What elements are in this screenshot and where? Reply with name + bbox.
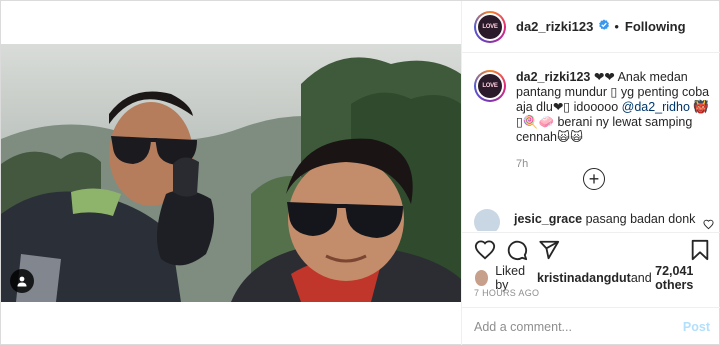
post-comment-button[interactable]: Post (683, 320, 710, 334)
comment-username[interactable]: jesic_grace (514, 212, 582, 226)
liker-avatar[interactable] (474, 269, 490, 287)
instagram-post: LOVE da2_rizki123 • Following LOVE da2_r… (0, 0, 720, 345)
avatar-logo: LOVE (478, 14, 502, 39)
comment-text: jesic_grace pasang badan donk (514, 212, 695, 226)
comment-body: pasang badan donk (585, 212, 696, 226)
likes-middle: and (630, 271, 652, 285)
caption-text: da2_rizki123 ❤❤ Anak medan pantang mundu… (516, 70, 712, 172)
action-bar (462, 232, 720, 262)
post-photo[interactable] (1, 44, 461, 302)
likes-count[interactable]: 72,041 others (655, 264, 720, 292)
liked-by-user[interactable]: kristinadangdut (537, 271, 631, 285)
following-button[interactable]: Following (625, 19, 686, 34)
avatar-logo: LOVE (478, 74, 502, 98)
comment-item: jesic_grace pasang badan donk (474, 209, 714, 231)
author-username[interactable]: da2_rizki123 (516, 19, 593, 34)
verified-badge-icon (598, 18, 610, 36)
user-tag-icon[interactable] (10, 269, 34, 293)
post-timestamp[interactable]: 7 HOURS AGO (474, 288, 539, 298)
comment-like-icon[interactable] (703, 217, 714, 231)
post-header: LOVE da2_rizki123 • Following (462, 1, 720, 53)
bookmark-icon[interactable] (690, 239, 710, 266)
comments-area: LOVE da2_rizki123 ❤❤ Anak medan pantang … (462, 54, 720, 231)
comment-input[interactable] (474, 320, 683, 334)
plus-circle-icon[interactable]: + (583, 168, 605, 190)
comment-icon[interactable] (506, 239, 528, 266)
caption-age: 7h (516, 158, 529, 170)
commenter-avatar[interactable] (474, 209, 500, 231)
separator-dot: • (614, 19, 619, 34)
heart-icon[interactable] (474, 239, 496, 266)
selfie-image (1, 44, 461, 302)
add-comment-bar: Post (462, 307, 720, 345)
caption: LOVE da2_rizki123 ❤❤ Anak medan pantang … (474, 70, 714, 172)
caption-mention[interactable]: @da2_ridho (622, 100, 690, 114)
caption-username[interactable]: da2_rizki123 (516, 70, 590, 84)
post-side-panel: LOVE da2_rizki123 • Following LOVE da2_r… (461, 1, 720, 345)
caption-avatar[interactable]: LOVE (474, 70, 506, 102)
author-avatar[interactable]: LOVE (474, 10, 506, 43)
share-icon[interactable] (538, 239, 560, 266)
